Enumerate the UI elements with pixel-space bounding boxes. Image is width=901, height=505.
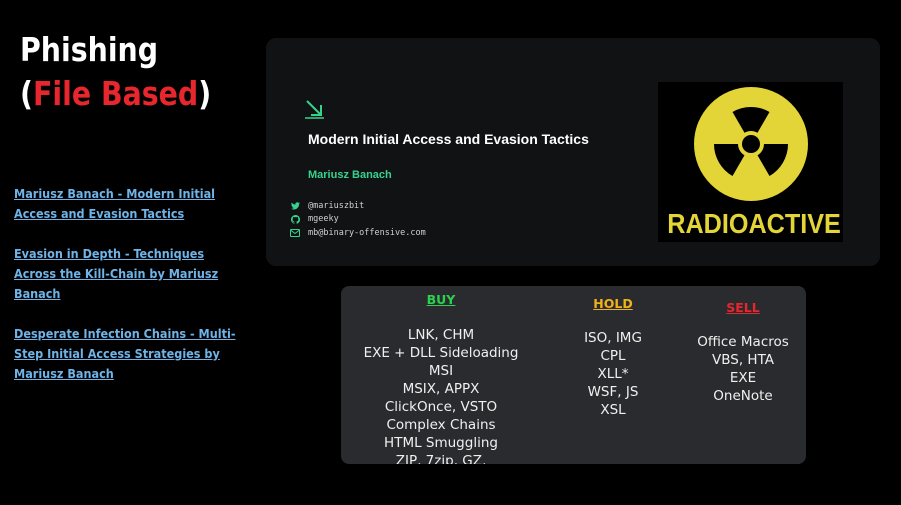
- mail-icon: [290, 228, 300, 238]
- hold-items: ISO, IMG CPL XLL* WSF, JS XSL: [561, 329, 665, 419]
- title-close-paren: ): [198, 74, 212, 113]
- arrow-down-right-icon: [305, 100, 324, 119]
- hold-header: HOLD: [593, 296, 633, 311]
- twitter-icon: [290, 201, 300, 211]
- hold-item: CPL: [600, 348, 626, 364]
- title-line-2: (File Based): [20, 72, 211, 116]
- buy-item: EXE + DLL Sideloading: [363, 345, 519, 361]
- buy-item: MSIX, APPX: [402, 381, 480, 397]
- link-evasion-in-depth[interactable]: Evasion in Depth - Techniques Across the…: [14, 244, 246, 304]
- social-github[interactable]: mgeeky: [290, 213, 426, 227]
- email-address: mb@binary-offensive.com: [308, 227, 426, 238]
- sell-item: Office Macros: [697, 334, 789, 350]
- slide-title: Phishing (File Based): [20, 28, 211, 116]
- github-handle: mgeeky: [308, 214, 339, 225]
- social-email[interactable]: mb@binary-offensive.com: [290, 226, 426, 240]
- sell-header: SELL: [726, 300, 760, 315]
- card-title: Modern Initial Access and Evasion Tactic…: [308, 131, 589, 147]
- social-list: @mariuszbit mgeeky mb@binary-offensive.c…: [290, 199, 426, 240]
- hold-column: HOLD ISO, IMG CPL XLL* WSF, JS XSL: [561, 295, 665, 419]
- sell-items: Office Macros VBS, HTA EXE OneNote: [684, 333, 802, 405]
- radioactive-label: RADIOACTIVE: [667, 208, 841, 239]
- link-modern-initial-access[interactable]: Mariusz Banach - Modern Initial Access a…: [14, 184, 246, 224]
- buy-item: MSI: [428, 363, 454, 379]
- radiation-symbol-icon: [694, 87, 808, 201]
- buy-header: BUY: [426, 292, 456, 307]
- sell-item: OneNote: [713, 388, 773, 404]
- radioactive-badge: RADIOACTIVE: [658, 82, 843, 242]
- twitter-handle: @mariuszbit: [308, 200, 365, 211]
- title-line-1: Phishing: [20, 30, 159, 69]
- sell-item: VBS, HTA: [712, 352, 774, 368]
- buy-items: LNK, CHM EXE + DLL Sideloading MSI MSIX, AP…: [341, 326, 541, 464]
- hold-item: ISO, IMG: [584, 330, 642, 346]
- title-file-based: File Based: [32, 74, 199, 113]
- buy-hold-sell-table: BUY LNK, CHM EXE + DLL Sideloading MSI MSIX…: [341, 286, 806, 464]
- reference-links: Mariusz Banach - Modern Initial Access a…: [14, 184, 246, 404]
- buy-item: ClickOnce, VSTO: [384, 399, 498, 415]
- title-open-paren: (: [20, 74, 33, 113]
- sell-column: SELL Office Macros VBS, HTA EXE OneNote: [684, 299, 802, 405]
- github-icon: [290, 214, 300, 224]
- buy-item: ZIP, 7zip, GZ,: [395, 453, 487, 464]
- buy-item: LNK, CHM: [407, 327, 475, 343]
- buy-item: Complex Chains: [386, 417, 496, 433]
- card-author: Mariusz Banach: [308, 169, 392, 181]
- link-desperate-infection-chains[interactable]: Desperate Infection Chains - Multi-Step …: [14, 324, 246, 384]
- buy-item: HTML Smuggling: [384, 435, 498, 451]
- buy-column: BUY LNK, CHM EXE + DLL Sideloading MSI MSIX…: [341, 291, 541, 464]
- hold-item: XSL: [600, 402, 626, 418]
- hold-item: XLL*: [597, 366, 629, 382]
- hold-item: WSF, JS: [587, 384, 639, 400]
- social-twitter[interactable]: @mariuszbit: [290, 199, 426, 213]
- sell-item: EXE: [729, 370, 757, 386]
